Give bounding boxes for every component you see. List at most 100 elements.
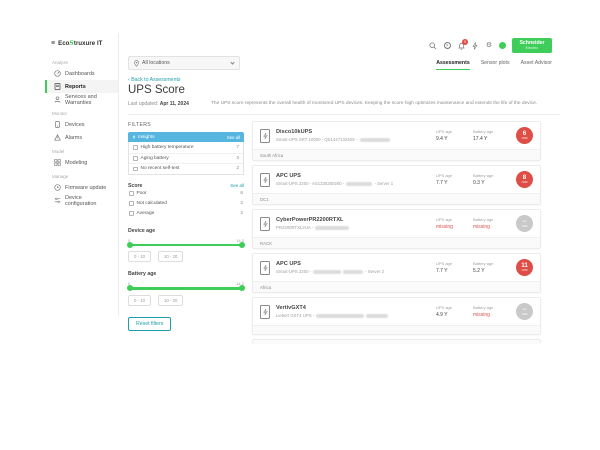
chevron-down-icon	[230, 60, 234, 64]
sidebar-item-firmware-update[interactable]: Firmware update	[45, 181, 118, 194]
ups-age-value: 7.7 Y	[436, 180, 473, 186]
insights-label: Insights	[138, 135, 155, 140]
checkbox[interactable]	[129, 211, 134, 216]
battery-age-range-b[interactable]: 10 - 20	[158, 295, 183, 306]
whats-new-icon[interactable]	[471, 42, 479, 50]
tab-sensor-plots[interactable]: Sensor plots	[481, 60, 510, 70]
sidebar-item-reports[interactable]: Reports	[45, 80, 118, 93]
ups-device-list: Disco10kUPS Smart-UPS SRT 10000 - QS1447…	[252, 121, 541, 343]
sidebar-item-dashboards[interactable]: Dashboards	[45, 67, 118, 80]
checkbox[interactable]	[129, 191, 134, 196]
ups-score-badge: --/100	[516, 215, 533, 232]
sidebar-item-label: Device configuration	[65, 195, 112, 207]
checkbox[interactable]	[133, 156, 138, 161]
alarm-icon	[54, 134, 61, 141]
tab-assessments[interactable]: Assessments	[436, 60, 469, 70]
device-name: CyberPowerPR2200RTXL	[276, 217, 349, 223]
sidebar-item-label: Devices	[65, 122, 85, 128]
reset-filters-button[interactable]: Reset filters	[128, 317, 171, 331]
redacted-text	[316, 314, 364, 318]
filter-count: 3	[236, 156, 239, 161]
search-icon[interactable]	[429, 42, 437, 50]
ups-device-icon	[260, 173, 270, 187]
brand-logo: EcoStruxure IT	[58, 40, 102, 47]
header-actions: ? 9 ⚙ Schneider Electric	[429, 38, 552, 53]
device-location: Africa	[253, 281, 540, 292]
slider-handle-min[interactable]	[127, 285, 133, 291]
page-title: UPS Score	[128, 84, 185, 96]
last-updated: Last updated: Apr 11, 2024	[128, 101, 189, 107]
battery-age-range-inputs: 0 - 10 10 - 20	[128, 295, 244, 306]
insights-filter-header[interactable]: Insights See all	[128, 132, 244, 142]
location-pin-icon	[134, 60, 139, 67]
filter-row-aging-battery[interactable]: Aging battery 3	[129, 153, 243, 164]
score-label: Score	[128, 183, 142, 189]
battery-age-value: missing	[473, 312, 510, 318]
filter-row-not-calculated[interactable]: Not calculated 2	[128, 199, 244, 209]
back-to-assessments-link[interactable]: ‹ Back to Assessments	[128, 77, 181, 83]
device-card[interactable]: CyberPowerPR2200RTXL PR2200RTXL2UA - UPS…	[252, 209, 541, 249]
sidebar-item-device-configuration[interactable]: Device configuration	[45, 194, 118, 207]
settings-gear-icon[interactable]: ⚙	[485, 42, 493, 50]
insights-see-all-link[interactable]: See all	[227, 135, 240, 140]
filter-row-high-battery-temperature[interactable]: High battery temperature 7	[129, 142, 243, 153]
schneider-electric-logo[interactable]: Schneider Electric	[512, 38, 552, 53]
sidebar-item-modeling[interactable]: Modeling	[45, 156, 118, 169]
filter-row-average[interactable]: Average 2	[128, 209, 244, 219]
device-card-partial	[252, 339, 541, 343]
checkbox[interactable]	[133, 167, 138, 172]
device-age-range-b[interactable]: 10 - 20	[158, 251, 183, 262]
location-selector[interactable]: All locations	[128, 56, 240, 70]
device-card[interactable]: Disco10kUPS Smart-UPS SRT 10000 - QS1447…	[252, 121, 541, 161]
device-age-label: Device age	[128, 228, 244, 234]
notifications-bell-icon[interactable]: 9	[457, 42, 465, 50]
redacted-text	[315, 226, 349, 230]
sidebar-item-label: Alarms	[65, 135, 82, 141]
user-avatar[interactable]	[499, 42, 506, 49]
help-icon[interactable]: ?	[443, 42, 451, 50]
modeling-icon	[54, 159, 61, 166]
battery-age-range-a[interactable]: 0 - 10	[128, 295, 151, 306]
redacted-text	[366, 314, 388, 318]
device-age-slider[interactable]: 0 14.2	[128, 244, 244, 247]
insights-filter-list: High battery temperature 7 Aging battery…	[128, 142, 244, 175]
filter-row-no-recent-self-test[interactable]: No recent self-test 2	[129, 163, 243, 174]
device-card[interactable]: VertivGXT4 Liebert GXT4 UPS - UPS age4.9…	[252, 297, 541, 335]
filter-count: 2	[236, 166, 239, 171]
sidebar-section-analyze: Analyze	[45, 55, 118, 67]
sidebar-section-model: Model	[45, 144, 118, 156]
device-name: VertivGXT4	[276, 305, 388, 311]
tab-asset-advisor[interactable]: Asset Advisor	[521, 60, 552, 70]
dashboard-icon	[54, 70, 61, 77]
ups-age-label: UPS age	[436, 261, 473, 266]
device-name: APC UPS	[276, 173, 393, 179]
page-description: The UPS score represents the overall hea…	[211, 101, 555, 107]
device-card[interactable]: APC UPS Smart-UPS 2200 - AS1335250260 --…	[252, 165, 541, 205]
sidebar-item-services-warranties[interactable]: Services and Warranties	[45, 93, 118, 106]
ups-age-value: 4.9 Y	[436, 312, 473, 318]
battery-age-label: Battery age	[473, 217, 510, 222]
sidebar-item-devices[interactable]: Devices	[45, 118, 118, 131]
ups-score-badge: --/100	[516, 303, 533, 320]
sidebar-item-alarms[interactable]: Alarms	[45, 131, 118, 144]
ups-age-value: 7.7 Y	[436, 268, 473, 274]
menu-icon[interactable]: ≡	[51, 40, 55, 47]
battery-age-slider[interactable]: 0 14.2	[128, 287, 244, 290]
slider-handle-max[interactable]	[239, 242, 245, 248]
filter-row-poor[interactable]: Poor 6	[128, 189, 244, 199]
slider-handle-min[interactable]	[127, 242, 133, 248]
ups-age-label: UPS age	[436, 173, 473, 178]
device-location: South Africa	[253, 149, 540, 160]
slider-handle-max[interactable]	[239, 285, 245, 291]
sidebar-item-label: Services and Warranties	[65, 94, 112, 106]
filter-count: 6	[240, 191, 243, 196]
checkbox[interactable]	[129, 201, 134, 206]
device-age-range-inputs: 0 - 10 10 - 20	[128, 251, 244, 262]
device-card[interactable]: APC UPS Smart-UPS 2200 -- Server 2 UPS a…	[252, 253, 541, 293]
checkbox[interactable]	[133, 145, 138, 150]
device-model: Smart-UPS 2200 - AS1335250260 -- Server …	[276, 181, 393, 186]
sidebar-item-label: Firmware update	[65, 185, 106, 191]
device-age-range-a[interactable]: 0 - 10	[128, 251, 151, 262]
score-see-all-link[interactable]: See all	[230, 183, 244, 188]
configuration-icon	[54, 197, 61, 204]
